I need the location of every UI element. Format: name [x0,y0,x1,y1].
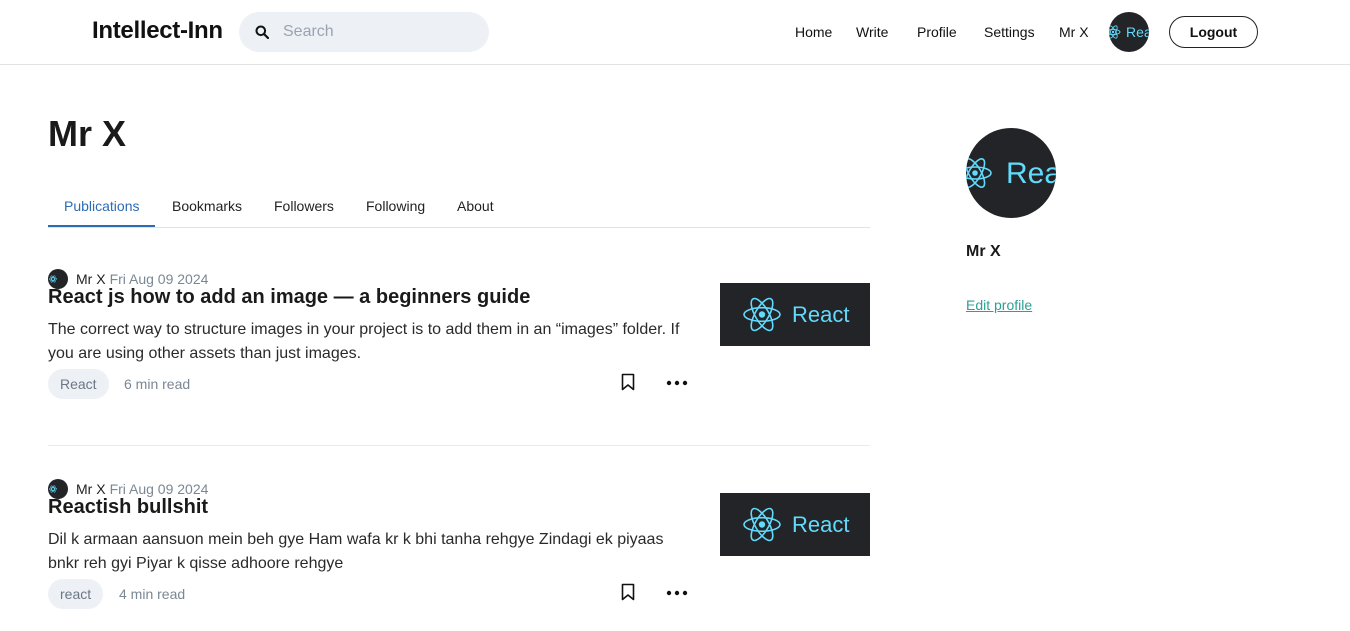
react-logo-icon: React [743,297,849,332]
avatar-text: Rea [1126,24,1149,40]
article-tag[interactable]: react [48,579,104,609]
active-tab-indicator [48,225,155,227]
edit-profile-link[interactable]: Edit profile [966,297,1032,313]
page-title: Mr X [48,113,127,154]
publish-date: Fri Aug 09 2024 [109,481,209,497]
read-time: 4 min read [119,586,186,602]
user-avatar[interactable]: Rea [1109,12,1149,52]
article-title[interactable]: React js how to add an image — a beginne… [48,286,530,309]
article-excerpt: Dil k armaan aansuon mein beh gye Ham wa… [48,531,664,572]
sidebar-username: Mr X [966,243,1001,260]
logout-button[interactable]: Logout [1169,16,1258,48]
article-title[interactable]: Reactish bullshit [48,496,208,519]
thumbnail-text: React [792,302,849,327]
react-logo-icon: Rea [1109,12,1149,52]
article-divider [48,445,870,446]
nav-profile[interactable]: Profile [917,24,957,40]
bookmark-icon[interactable] [621,373,635,391]
tab-about[interactable]: About [457,198,494,214]
tab-followers[interactable]: Followers [274,198,334,214]
react-logo-icon: React [743,507,849,542]
more-options-icon[interactable] [666,380,690,386]
article-excerpt: The correct way to structure images in y… [48,321,680,362]
more-options-icon[interactable] [666,590,690,596]
author-name[interactable]: Mr X [76,271,106,287]
thumbnail-text: React [792,512,849,537]
publish-date: Fri Aug 09 2024 [109,271,209,287]
article-tag[interactable]: React [48,369,109,399]
search-box[interactable] [239,12,489,52]
tab-publications[interactable]: Publications [64,198,140,214]
search-icon [255,25,269,39]
search-input[interactable] [283,12,478,52]
nav-settings[interactable]: Settings [984,24,1035,40]
react-logo-icon: Rea [966,128,1056,218]
author-name[interactable]: Mr X [76,481,106,497]
profile-tabs: Publications Bookmarks Followers Followi… [48,187,870,228]
read-time: 6 min read [124,376,191,392]
top-navbar: Intellect-Inn Home Write Profile Setting… [0,0,1350,65]
nav-home[interactable]: Home [795,24,832,40]
brand-logo[interactable]: Intellect-Inn [92,17,223,45]
nav-username[interactable]: Mr X [1059,24,1089,40]
tab-bookmarks[interactable]: Bookmarks [172,198,242,214]
avatar-text: Rea [1006,157,1056,190]
tab-following[interactable]: Following [366,198,425,214]
bookmark-icon[interactable] [621,583,635,601]
nav-write[interactable]: Write [856,24,888,40]
profile-avatar: Rea [966,128,1056,218]
article-thumbnail[interactable]: React [720,493,870,556]
article-thumbnail[interactable]: React [720,283,870,346]
